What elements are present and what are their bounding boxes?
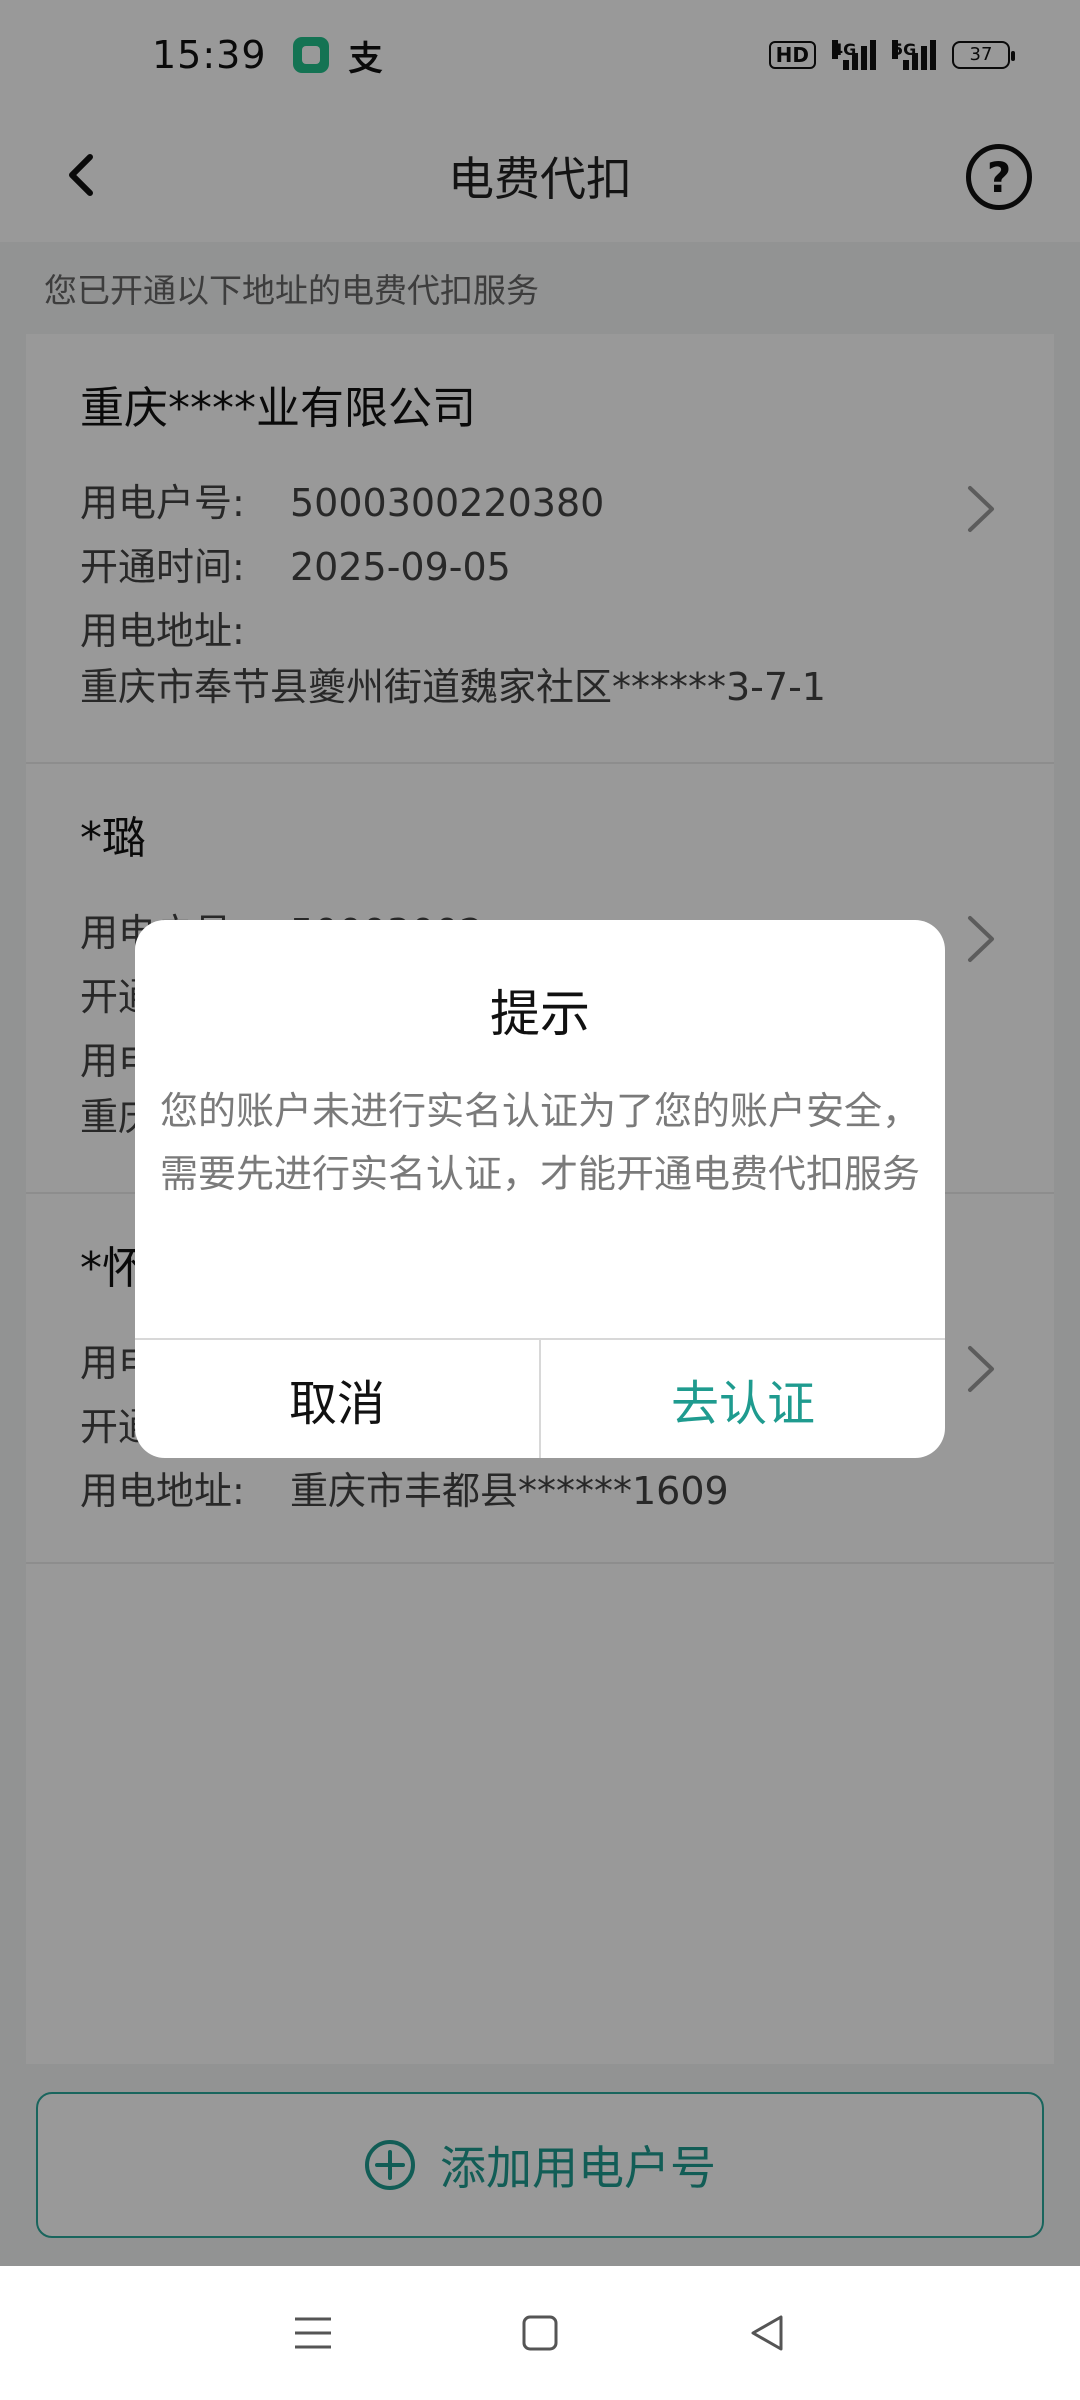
menu-icon <box>295 2317 332 2349</box>
system-back-button[interactable] <box>737 2303 797 2363</box>
square-icon <box>522 2315 558 2351</box>
verify-button[interactable]: 去认证 <box>541 1340 945 1458</box>
dialog-title: 提示 <box>490 985 590 1043</box>
dialog-message: 您的账户未进行实名认证为了您的账户安全，需要先进行实名认证，才能开通电费代扣服务 <box>159 1089 920 1196</box>
triangle-back-icon <box>751 2315 783 2351</box>
dialog-actions: 取消 去认证 <box>135 1338 945 1458</box>
system-nav-bar <box>0 2266 1080 2400</box>
verification-dialog: 提示 您的账户未进行实名认证为了您的账户安全，需要先进行实名认证，才能开通电费代… <box>135 920 945 1458</box>
home-button[interactable] <box>510 2303 570 2363</box>
menu-button[interactable] <box>283 2303 343 2363</box>
cancel-button[interactable]: 取消 <box>135 1340 541 1458</box>
